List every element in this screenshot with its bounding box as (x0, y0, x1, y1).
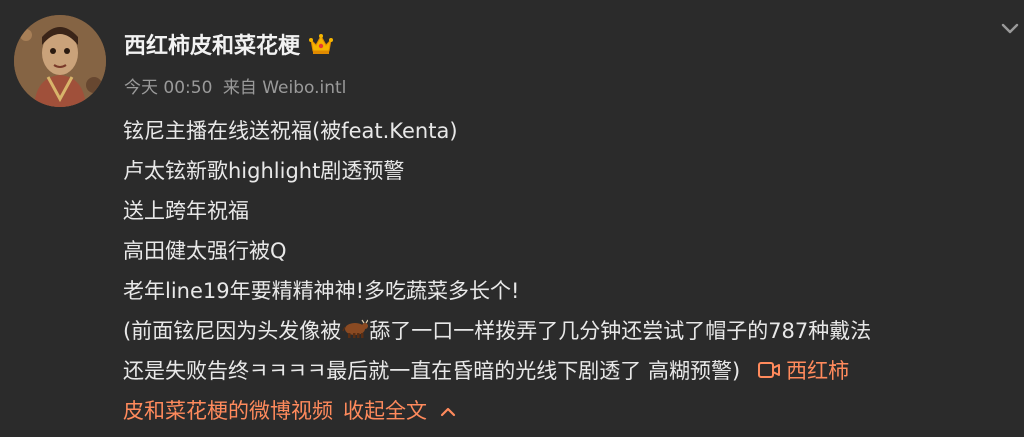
video-link[interactable]: 西红柿 (786, 359, 849, 383)
post-source: 来自 Weibo.intl (222, 78, 347, 98)
post-meta: 今天 00:50 来自 Weibo.intl (124, 73, 351, 98)
video-link[interactable]: 皮和菜花梗的微博视频 (123, 399, 333, 423)
content-text: 还是失败告终ㅋㅋㅋㅋ最后就一直在昏暗的光线下剧透了 高糊预警) (123, 359, 741, 383)
username[interactable]: 西红柿皮和菜花梗 (124, 28, 334, 60)
post-content: 铉尼主播在线送祝福(被feat.Kenta) 卢太铉新歌highlight剧透预… (123, 111, 1018, 431)
content-line: 送上跨年祝福 (123, 199, 249, 223)
cow-emoji-icon (342, 312, 369, 352)
chevron-down-icon[interactable] (998, 16, 1022, 40)
content-text: (前面铉尼因为头发像被 (123, 319, 342, 343)
content-line: 卢太铉新歌highlight剧透预警 (123, 159, 405, 183)
content-line: 老年line19年要精精神神!多吃蔬菜多长个! (123, 279, 520, 303)
username-text[interactable]: 西红柿皮和菜花梗 (124, 28, 300, 60)
content-line: 铉尼主播在线送祝福(被feat.Kenta) (123, 119, 458, 143)
video-icon[interactable] (758, 352, 781, 392)
weibo-post: 西红柿皮和菜花梗 今天 00:50 来自 Weibo.intl 铉尼主播在线送祝… (0, 0, 1024, 437)
post-time[interactable]: 今天 00:50 (124, 78, 212, 98)
content-line: 高田健太强行被Q (123, 239, 287, 263)
content-line: 还是失败告终ㅋㅋㅋㅋ最后就一直在昏暗的光线下剧透了 高糊预警) 西红柿 (123, 351, 1018, 391)
content-line: (前面铉尼因为头发像被 舔了一口一样拨弄了几分钟还尝试了帽子的787种戴法 (123, 311, 1018, 351)
collapse-button[interactable]: 收起全文 (343, 399, 427, 423)
crown-icon (308, 31, 334, 57)
content-text: 舔了一口一样拨弄了几分钟还尝试了帽子的787种戴法 (369, 319, 872, 343)
content-line: 皮和菜花梗的微博视频 收起全文 (123, 391, 1018, 431)
avatar[interactable] (14, 15, 106, 107)
chevron-up-icon[interactable] (439, 392, 457, 432)
